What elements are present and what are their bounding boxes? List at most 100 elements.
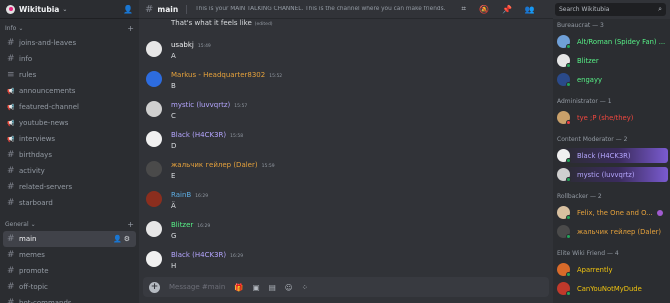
emoji-icon[interactable]: ☺ xyxy=(285,283,293,292)
timestamp: 16:29 xyxy=(197,224,211,229)
avatar[interactable] xyxy=(146,41,162,57)
channel-label: youtube-news xyxy=(19,119,69,127)
sticker-icon[interactable]: ▤ xyxy=(269,283,276,292)
role-header: Bureaucrat — 3 xyxy=(557,22,604,29)
add-channel-icon[interactable]: + xyxy=(127,24,134,33)
avatar[interactable] xyxy=(146,71,162,87)
avatar[interactable] xyxy=(146,221,162,237)
author-name[interactable]: usabkj 15:49 xyxy=(171,41,211,49)
rules-icon: ≡ xyxy=(7,70,15,80)
channel-title: main xyxy=(157,4,179,14)
channel-item-birthdays[interactable]: # birthdays xyxy=(3,147,136,163)
add-channel-icon[interactable]: + xyxy=(127,220,134,229)
member-name: Blitzer xyxy=(577,56,599,65)
category-general[interactable]: General ⌄ + xyxy=(0,218,139,231)
message-input[interactable]: Message #main xyxy=(169,283,225,291)
status-dot-icon xyxy=(566,44,571,49)
channel-item-related-servers[interactable]: # related-servers xyxy=(3,179,136,195)
invite-people-icon[interactable]: 👤 xyxy=(123,5,133,14)
author-name[interactable]: mystic (luvvqrtz) 15:57 xyxy=(171,101,247,109)
channel-item-announcements[interactable]: 📢 announcements xyxy=(3,83,136,99)
author-name[interactable]: Black (H4CK3R) 15:58 xyxy=(171,131,243,139)
author-name[interactable]: Blitzer 16:29 xyxy=(171,221,210,229)
member-item[interactable]: Felix, the One and O... xyxy=(557,205,668,220)
member-item[interactable]: Aparrently xyxy=(557,262,668,277)
apps-icon[interactable]: ⁘ xyxy=(302,283,308,292)
author-label: Black (H4CK3R) xyxy=(171,131,227,139)
member-name: Black (H4CK3R) xyxy=(577,151,631,160)
member-item[interactable]: CanYouNotMyDude xyxy=(557,281,668,296)
author-label: usabkj xyxy=(171,41,194,49)
member-item[interactable]: жальчик гейлер (Daler) xyxy=(557,224,668,239)
status-dot-icon xyxy=(566,63,571,68)
member-item[interactable]: Black (H4CK3R) xyxy=(557,148,668,163)
timestamp: 16:29 xyxy=(230,254,244,259)
channel-topic[interactable]: This is your MAIN TALKING CHANNEL. This … xyxy=(195,6,445,12)
member-name: tye ;P (she/they) xyxy=(577,113,634,122)
hash-icon: # xyxy=(145,3,154,15)
member-item[interactable]: mystic (luvvqrtz) xyxy=(557,167,668,182)
threads-icon[interactable]: ⌗ xyxy=(461,4,466,14)
author-name[interactable]: RainB 16:29 xyxy=(171,191,208,199)
channel-item-activity[interactable]: # activity xyxy=(3,163,136,179)
author-label: Markus - Headquarter8302 xyxy=(171,71,266,79)
timestamp: 15:59 xyxy=(261,164,275,169)
mute-icon[interactable]: 🔕 xyxy=(479,5,489,14)
channel-item-info[interactable]: # info xyxy=(3,51,136,67)
avatar xyxy=(557,111,571,125)
chevron-down-icon: ⌄ xyxy=(62,5,68,13)
channel-item-rules[interactable]: ≡ rules xyxy=(3,67,136,83)
avatar[interactable] xyxy=(146,251,162,267)
pin-icon[interactable]: 📌 xyxy=(502,5,512,14)
gif-icon[interactable]: ▣ xyxy=(253,283,260,292)
status-dot-icon xyxy=(566,215,571,220)
timestamp: 15:58 xyxy=(230,134,244,139)
member-item[interactable]: Alt/Roman (Spidey Fan) ... xyxy=(557,34,668,49)
channel-item-promote[interactable]: # promote xyxy=(3,263,136,279)
channel-item-featured-channel[interactable]: 📢 featured-channel xyxy=(3,99,136,115)
author-label: mystic (luvvqrtz) xyxy=(171,101,231,109)
channel-item-interviews[interactable]: 📢 interviews xyxy=(3,131,136,147)
channel-item-bot-commands[interactable]: # bot-commands xyxy=(3,295,136,303)
avatar[interactable] xyxy=(146,131,162,147)
member-item[interactable]: engayy xyxy=(557,72,668,87)
message-body: That's what it feels like xyxy=(171,19,252,27)
server-header[interactable]: Wikitubia ⌄ 👤 xyxy=(0,0,139,19)
channel-item-memes[interactable]: # memes xyxy=(3,247,136,263)
channel-item-off-topic[interactable]: # off-topic xyxy=(3,279,136,295)
channel-item-main[interactable]: # main 👤⚙ xyxy=(3,231,136,247)
members-icon[interactable]: 👥 xyxy=(525,5,535,14)
category-label: General xyxy=(5,221,29,228)
author-name[interactable]: Black (H4CK3R) 16:29 xyxy=(171,251,243,259)
author-name[interactable]: Markus - Headquarter8302 15:52 xyxy=(171,71,282,79)
message-composer[interactable]: + Message #main 🎁 ▣ ▤ ☺ ⁘ xyxy=(143,277,549,297)
member-item[interactable]: tye ;P (she/they) xyxy=(557,110,668,125)
gift-icon[interactable]: 🎁 xyxy=(234,283,243,292)
channel-item-starboard[interactable]: # starboard xyxy=(3,195,136,211)
member-item[interactable]: Blitzer xyxy=(557,53,668,68)
channel-item-youtube-news[interactable]: 📢 youtube-news xyxy=(3,115,136,131)
timestamp: 15:49 xyxy=(197,44,211,49)
channel-label: related-servers xyxy=(19,183,73,191)
hash-icon: # xyxy=(7,166,15,176)
avatar xyxy=(557,35,571,49)
author-label: RainB xyxy=(171,191,192,199)
category-info[interactable]: Info ⌄ + xyxy=(0,22,139,35)
server-name: Wikitubia xyxy=(19,4,60,14)
channel-settings-icon[interactable]: 👤⚙ xyxy=(113,235,132,243)
avatar[interactable] xyxy=(146,191,162,207)
status-dot-icon xyxy=(566,272,571,277)
channel-label: featured-channel xyxy=(19,103,79,111)
search-input[interactable]: Search Wikitubia ⌕ xyxy=(555,3,666,16)
author-name[interactable]: жальчик гейлер (Daler) 15:59 xyxy=(171,161,275,169)
channel-label: promote xyxy=(19,267,49,275)
hash-icon: # xyxy=(7,298,15,303)
channel-label: memes xyxy=(19,251,45,259)
category-label: Info xyxy=(5,25,17,32)
channel-label: birthdays xyxy=(19,151,52,159)
upload-plus-icon[interactable]: + xyxy=(149,281,160,293)
hash-icon: # xyxy=(7,282,15,292)
avatar[interactable] xyxy=(146,161,162,177)
avatar[interactable] xyxy=(146,101,162,117)
channel-item-joins-and-leaves[interactable]: # joins-and-leaves xyxy=(3,35,136,51)
